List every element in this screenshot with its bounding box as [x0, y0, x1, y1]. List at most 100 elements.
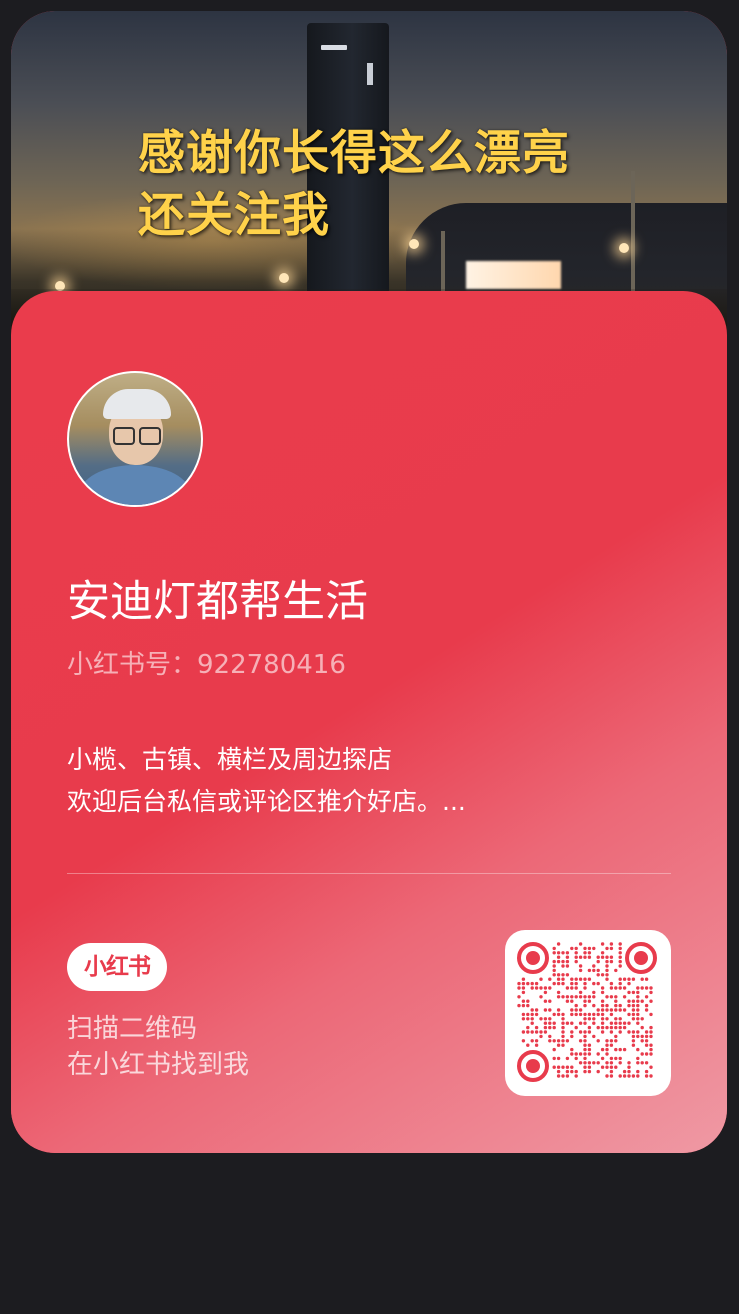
qr-module	[552, 1047, 556, 1052]
qr-module	[640, 1061, 644, 1065]
qr-module	[618, 977, 622, 981]
qr-module	[517, 981, 521, 986]
qr-module	[609, 995, 614, 999]
qr-module	[517, 995, 521, 999]
qr-module	[561, 981, 565, 986]
qr-code[interactable]	[505, 930, 671, 1096]
qr-module	[600, 1056, 605, 1061]
qr-module	[609, 1074, 614, 1078]
qr-module	[565, 1069, 570, 1074]
qr-module	[574, 1056, 578, 1061]
qr-module	[627, 999, 631, 1003]
qr-module	[570, 1021, 574, 1025]
qr-module	[565, 951, 570, 955]
qr-module	[644, 1030, 649, 1034]
qr-module	[644, 1008, 649, 1012]
qr-module	[548, 999, 552, 1003]
qr-module	[605, 1061, 609, 1065]
qr-module	[570, 999, 574, 1003]
qr-module	[570, 1069, 574, 1074]
qr-module	[618, 1021, 622, 1025]
qr-module	[627, 1065, 631, 1069]
qr-module	[596, 955, 600, 959]
qr-module	[609, 946, 614, 951]
qr-module	[561, 1030, 565, 1034]
qr-module	[609, 955, 614, 959]
qr-module	[521, 1017, 526, 1021]
qr-module	[565, 999, 570, 1003]
qr-module	[627, 977, 631, 981]
qr-module	[521, 986, 526, 990]
qr-module	[565, 986, 570, 990]
qr-module	[618, 1003, 622, 1008]
qr-module	[561, 1025, 565, 1030]
cover-caption: 感谢你长得这么漂亮 还关注我	[138, 123, 570, 247]
qr-module	[548, 1021, 552, 1025]
qr-module	[556, 981, 561, 986]
qr-module	[605, 968, 609, 973]
qr-module	[561, 951, 565, 955]
qr-module	[565, 964, 570, 968]
qr-module	[596, 1039, 600, 1043]
qr-module	[592, 1012, 596, 1017]
qr-module	[649, 1025, 653, 1030]
qr-module	[618, 964, 622, 968]
qr-module	[578, 968, 583, 973]
qr-module	[605, 964, 609, 968]
qr-module	[552, 981, 556, 986]
avatar[interactable]	[67, 371, 203, 507]
qr-module	[570, 1034, 574, 1039]
qr-module	[548, 986, 552, 990]
qr-module	[587, 977, 592, 981]
profile-panel: 安迪灯都帮生活 小红书号：922780416 小榄、古镇、横栏及周边探店 欢迎后…	[11, 291, 727, 1153]
qr-module	[640, 1052, 644, 1056]
qr-module	[570, 1065, 574, 1069]
qr-module	[561, 1021, 565, 1025]
qr-module	[600, 1025, 605, 1030]
qr-module	[636, 990, 640, 995]
qr-module	[565, 995, 570, 999]
qr-module	[618, 959, 622, 964]
qr-module	[618, 1047, 622, 1052]
qr-module	[561, 1039, 565, 1043]
qr-module	[596, 981, 600, 986]
qr-module	[636, 1047, 640, 1052]
qr-module	[552, 1025, 556, 1030]
qr-module	[543, 1008, 548, 1012]
qr-module	[521, 981, 526, 986]
qr-module	[587, 951, 592, 955]
qr-module	[534, 1030, 539, 1034]
qr-module	[561, 977, 565, 981]
qr-module	[556, 1069, 561, 1074]
qr-module	[534, 1039, 539, 1043]
qr-module	[587, 1061, 592, 1065]
qr-module	[618, 986, 622, 990]
qr-module	[565, 973, 570, 977]
qr-module	[627, 1012, 631, 1017]
qr-module	[600, 1065, 605, 1069]
qr-module	[614, 1003, 618, 1008]
qr-module	[526, 1003, 530, 1008]
qr-module	[583, 1043, 587, 1047]
qr-module	[534, 1025, 539, 1030]
qr-module	[592, 1034, 596, 1039]
qr-module	[552, 973, 556, 977]
qr-module	[583, 955, 587, 959]
qr-module	[618, 951, 622, 955]
qr-module	[565, 1074, 570, 1078]
qr-module	[609, 1065, 614, 1069]
qr-module	[627, 981, 631, 986]
qr-module	[587, 999, 592, 1003]
qr-module	[552, 964, 556, 968]
qr-module	[622, 977, 627, 981]
qr-module	[631, 1034, 636, 1039]
qr-module	[574, 959, 578, 964]
qr-module	[574, 981, 578, 986]
qr-module	[605, 946, 609, 951]
qr-module	[618, 1008, 622, 1012]
cover-caption-line1: 感谢你长得这么漂亮	[138, 126, 570, 181]
qr-module	[556, 973, 561, 977]
qr-module	[587, 1025, 592, 1030]
qr-module	[600, 1047, 605, 1052]
qr-module	[636, 995, 640, 999]
